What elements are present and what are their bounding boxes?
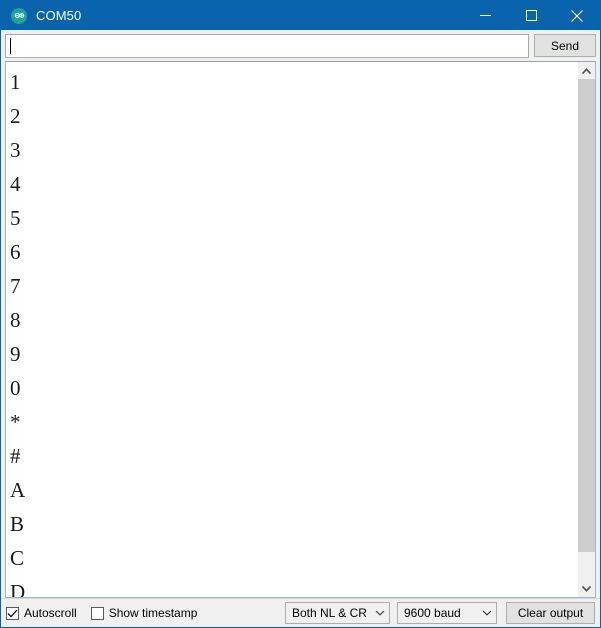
chevron-up-icon[interactable] [578,62,595,79]
close-button[interactable] [554,1,600,30]
minimize-button[interactable] [462,1,508,30]
scrollbar-thumb[interactable] [578,79,595,552]
show-timestamp-checkbox[interactable] [90,606,104,620]
serial-output-line: 0 [10,376,21,400]
title-bar: COM50 [1,1,600,30]
serial-output-line: C [10,546,25,570]
serial-output-line: 3 [10,138,21,162]
serial-output-line: A [10,478,26,502]
checkmark-icon [7,609,18,617]
send-button[interactable]: Send [534,34,596,57]
vertical-scrollbar[interactable] [577,62,595,597]
arduino-logo-icon [11,7,27,24]
chevron-down-icon[interactable] [578,580,595,597]
send-row: Send [1,30,600,61]
send-input-wrapper[interactable] [5,33,529,58]
maximize-button[interactable] [508,1,554,30]
serial-output-line: 9 [10,342,21,366]
serial-output-text[interactable]: 1 2 3 4 5 6 7 8 9 0 * # A B C D [6,62,577,597]
serial-output-line: 2 [10,104,21,128]
serial-output-line: 1 [10,70,21,94]
baud-rate-value: 9600 baud [404,606,461,620]
serial-output-line: # [10,444,21,468]
window-title: COM50 [36,8,82,23]
chevron-down-icon [371,610,389,616]
serial-output-area: 1 2 3 4 5 6 7 8 9 0 * # A B C D [5,61,596,598]
autoscroll-label: Autoscroll [24,606,77,620]
autoscroll-checkbox[interactable] [6,606,19,620]
serial-output-line: * [10,410,21,434]
clear-output-button[interactable]: Clear output [506,602,595,624]
chevron-down-icon [478,610,496,616]
serial-monitor-window: COM50 Send 1 2 3 4 5 6 7 8 9 0 * # A B C… [0,0,601,628]
baud-rate-dropdown[interactable]: 9600 baud [397,602,497,624]
show-timestamp-label: Show timestamp [108,606,198,620]
show-timestamp-checkbox-group[interactable]: Show timestamp [90,606,198,620]
serial-output-line: 8 [10,308,21,332]
line-ending-dropdown[interactable]: Both NL & CR [285,602,390,624]
window-controls [462,1,600,30]
text-caret [10,37,11,54]
status-bar: Autoscroll Show timestamp Both NL & CR 9… [1,598,600,627]
serial-output-line: 5 [10,206,21,230]
serial-output-line: 4 [10,172,21,196]
serial-output-line: D [10,580,26,597]
serial-output-line: 6 [10,240,21,264]
autoscroll-checkbox-group[interactable]: Autoscroll [6,606,77,620]
line-ending-value: Both NL & CR [292,606,367,620]
send-input[interactable] [6,34,528,57]
serial-output-line: B [10,512,25,536]
serial-output-line: 7 [10,274,21,298]
